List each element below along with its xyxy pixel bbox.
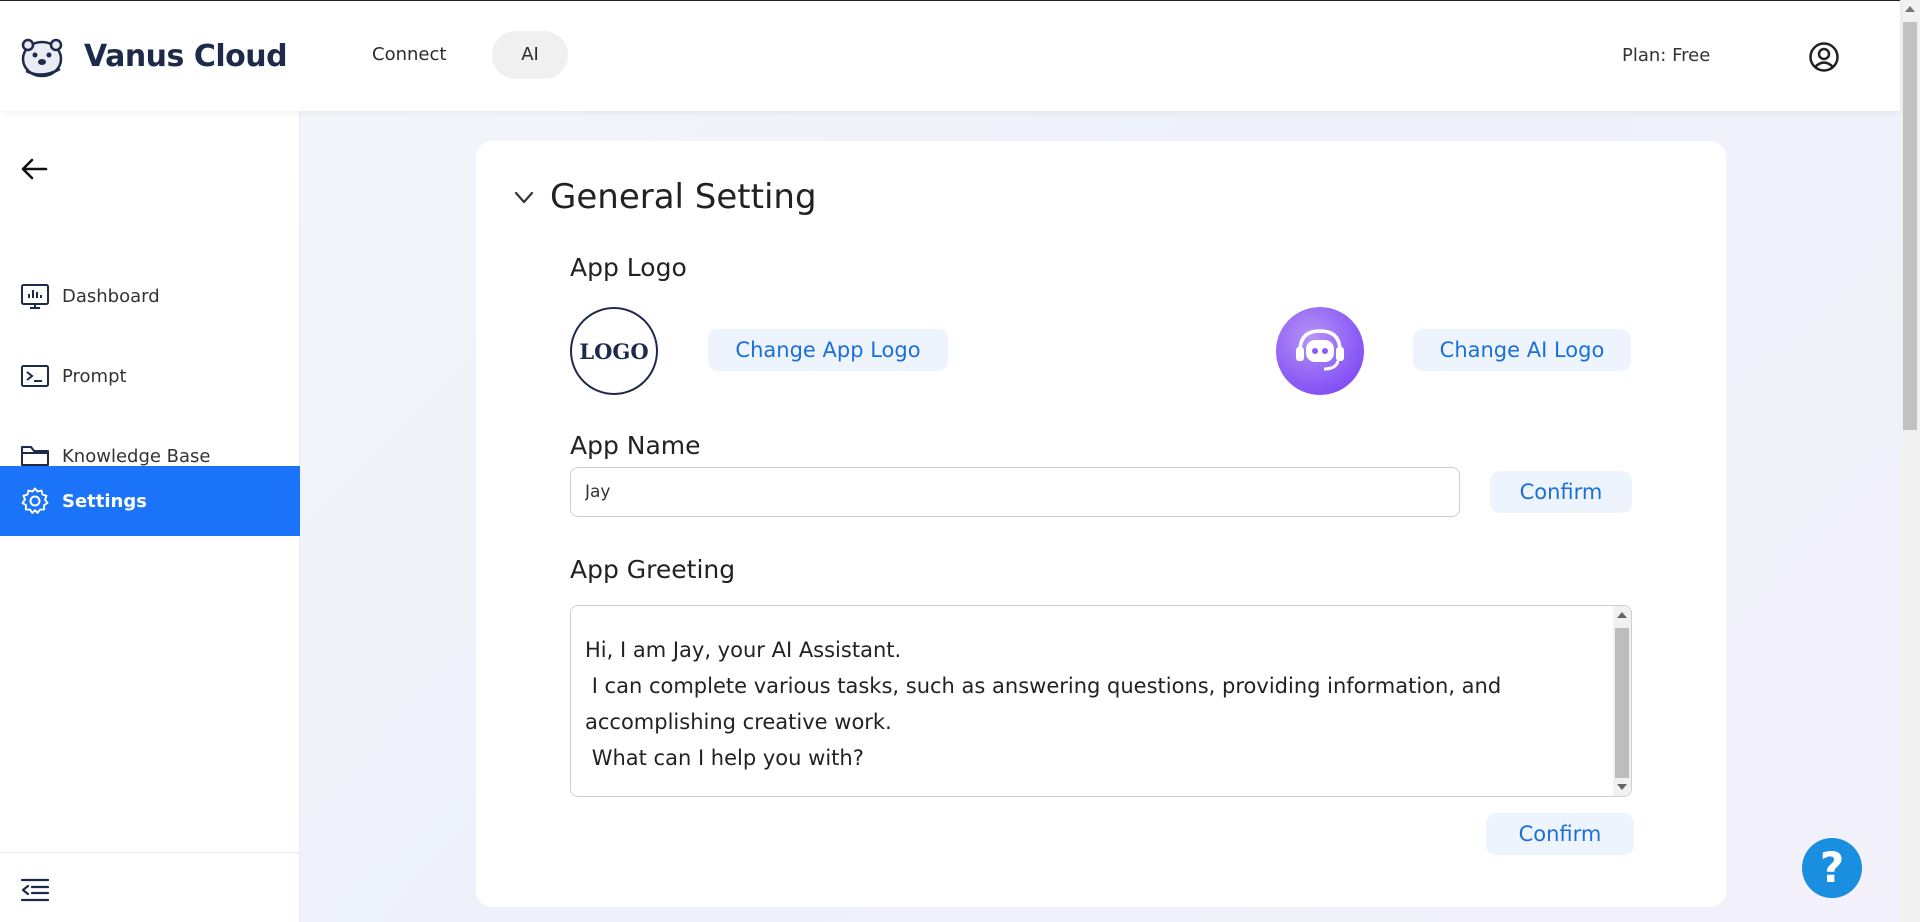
section-title: General Setting [550, 177, 817, 217]
section-header[interactable]: General Setting [512, 177, 817, 217]
confirm-app-greeting-button[interactable]: Confirm [1486, 813, 1634, 855]
help-button[interactable]: ? [1802, 838, 1862, 898]
sidebar-item-dashboard[interactable]: Dashboard [0, 261, 300, 331]
app-name-input[interactable] [570, 467, 1460, 517]
plan-label: Plan: Free [1622, 45, 1711, 66]
scroll-thumb[interactable] [1903, 22, 1917, 430]
user-account-icon[interactable] [1808, 41, 1840, 73]
sidebar: Dashboard Prompt Knowledge Base Settings [0, 111, 300, 922]
terminal-icon [21, 365, 49, 387]
scroll-thumb[interactable] [1615, 628, 1629, 778]
greeting-scrollbar[interactable] [1613, 606, 1631, 796]
brand-name: Vanus Cloud [84, 38, 288, 74]
tab-connect[interactable]: Connect [348, 31, 470, 79]
scroll-down-icon[interactable] [1617, 784, 1627, 790]
change-app-logo-button[interactable]: Change App Logo [708, 329, 948, 371]
otter-logo-icon [21, 38, 63, 78]
scroll-up-icon[interactable] [1905, 6, 1915, 12]
change-ai-logo-button[interactable]: Change AI Logo [1413, 329, 1631, 371]
chevron-down-icon[interactable] [512, 185, 536, 209]
general-setting-card: General Setting App Logo LOGO Change App… [476, 141, 1726, 907]
app-greeting-text[interactable]: Hi, I am Jay, your AI Assistant. I can c… [585, 632, 1595, 776]
sidebar-item-label: Dashboard [62, 285, 160, 307]
app-logo-text: LOGO [579, 338, 649, 364]
app-logo-preview: LOGO [570, 307, 658, 395]
sidebar-footer [0, 852, 300, 922]
dashboard-icon [21, 284, 49, 309]
page-scrollbar[interactable] [1900, 0, 1920, 922]
sidebar-item-label: Prompt [62, 365, 127, 387]
back-arrow-icon[interactable] [18, 153, 50, 185]
gear-icon [21, 487, 49, 514]
app-greeting-textarea[interactable]: Hi, I am Jay, your AI Assistant. I can c… [570, 605, 1632, 797]
scroll-up-icon[interactable] [1617, 612, 1627, 618]
sidebar-item-settings[interactable]: Settings [0, 466, 300, 536]
sidebar-item-label: Settings [62, 490, 147, 512]
main-content: General Setting App Logo LOGO Change App… [300, 111, 1900, 922]
robot-headset-icon [1296, 329, 1344, 371]
app-logo-label: App Logo [570, 253, 687, 282]
collapse-sidebar-icon[interactable] [20, 877, 50, 903]
sidebar-item-prompt[interactable]: Prompt [0, 341, 300, 411]
ai-logo-preview [1276, 307, 1364, 395]
sidebar-item-label: Knowledge Base [62, 445, 211, 467]
brand[interactable]: Vanus Cloud [18, 33, 288, 79]
tab-ai[interactable]: AI [492, 31, 568, 79]
top-bar: Vanus Cloud Connect AI Plan: Free [0, 0, 1900, 111]
app-name-label: App Name [570, 431, 701, 460]
app-greeting-label: App Greeting [570, 555, 736, 584]
confirm-app-name-button[interactable]: Confirm [1490, 471, 1632, 513]
